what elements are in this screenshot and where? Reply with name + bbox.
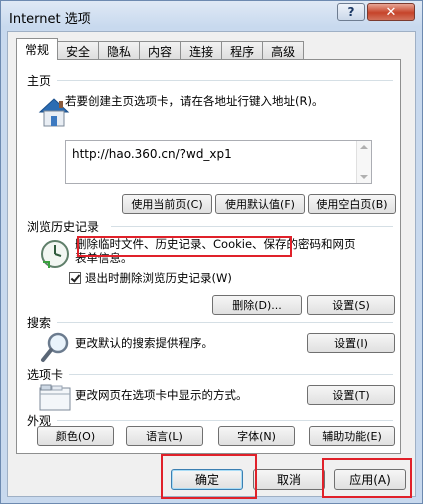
internet-options-window: Internet 选项 ? ✕ 常规 安全 隐私 内容 连接 程序 高级 主页 …	[0, 0, 423, 504]
ok-highlight-annotation	[161, 454, 257, 499]
apply-highlight-annotation	[322, 458, 412, 498]
tabs-window-icon	[39, 384, 71, 411]
delete-on-exit-checkbox-row[interactable]: 退出时删除浏览历史记录(W)	[69, 270, 232, 286]
tab-security[interactable]: 安全	[57, 41, 100, 60]
languages-button[interactable]: 语言(L)	[126, 426, 203, 446]
home-url-textarea[interactable]: http://hao.360.cn/?wd_xp1	[65, 140, 372, 184]
home-description: 若要创建主页选项卡，请在各地址行键入地址(R)。	[65, 94, 324, 108]
tab-content[interactable]: 内容	[139, 41, 182, 60]
cancel-button[interactable]: 取消	[253, 469, 325, 490]
title-bar[interactable]: Internet 选项 ? ✕	[1, 1, 422, 31]
home-separator	[57, 80, 393, 81]
use-blank-button[interactable]: 使用空白页(B)	[308, 194, 396, 214]
search-magnifier-icon	[41, 332, 69, 362]
checkbox-highlight-annotation	[77, 236, 292, 257]
history-settings-button[interactable]: 设置(S)	[307, 295, 395, 315]
tabs-settings-button[interactable]: 设置(T)	[307, 385, 395, 405]
tabs-section-title: 选项卡	[27, 368, 64, 382]
search-separator	[57, 322, 393, 323]
appearance-separator	[57, 420, 393, 421]
tab-strip: 常规 安全 隐私 内容 连接 程序 高级	[16, 38, 305, 60]
search-settings-button[interactable]: 设置(I)	[307, 333, 395, 353]
fonts-button[interactable]: 字体(N)	[218, 426, 295, 446]
home-section-title: 主页	[27, 74, 52, 88]
url-scrollbar[interactable]	[356, 141, 371, 183]
close-button[interactable]: ✕	[367, 3, 415, 21]
tabs-separator	[69, 374, 393, 375]
history-section-title: 浏览历史记录	[27, 220, 100, 234]
search-description: 更改默认的搜索提供程序。	[75, 336, 213, 350]
history-clock-icon	[41, 240, 69, 268]
search-section-title: 搜索	[27, 316, 52, 330]
accessibility-button[interactable]: 辅助功能(E)	[309, 426, 395, 446]
tab-advanced[interactable]: 高级	[262, 41, 305, 60]
use-default-button[interactable]: 使用默认值(F)	[215, 194, 305, 214]
home-url-value: http://hao.360.cn/?wd_xp1	[72, 147, 232, 161]
tab-programs[interactable]: 程序	[221, 41, 264, 60]
tab-connections[interactable]: 连接	[180, 41, 223, 60]
delete-on-exit-label: 退出时删除浏览历史记录(W)	[85, 271, 232, 285]
tab-general[interactable]: 常规	[16, 38, 59, 60]
use-current-button[interactable]: 使用当前页(C)	[122, 194, 212, 214]
window-title: Internet 选项	[9, 12, 91, 27]
delete-history-button[interactable]: 删除(D)...	[212, 295, 302, 315]
delete-on-exit-checkbox[interactable]	[69, 272, 81, 284]
colors-button[interactable]: 颜色(O)	[37, 426, 114, 446]
dialog-client: 常规 安全 隐私 内容 连接 程序 高级 主页 若要创建主页选项卡，请在各地址行…	[7, 31, 416, 497]
help-button[interactable]: ?	[337, 3, 365, 21]
history-separator	[111, 226, 393, 227]
tab-privacy[interactable]: 隐私	[98, 41, 141, 60]
tabs-description: 更改网页在选项卡中显示的方式。	[75, 388, 248, 402]
